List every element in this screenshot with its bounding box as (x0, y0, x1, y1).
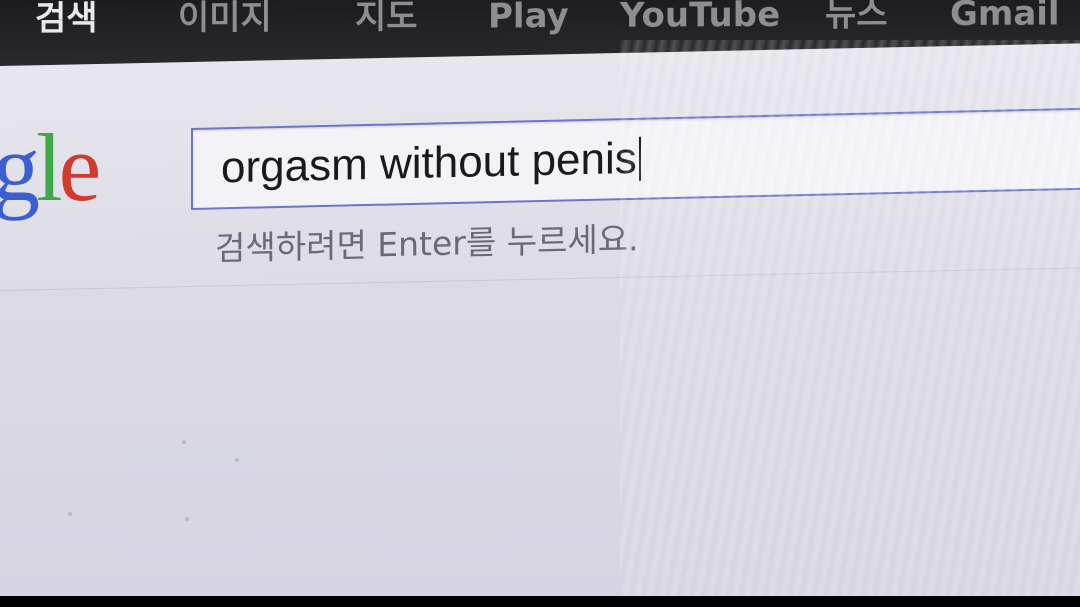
screen-dust (68, 512, 72, 516)
screen-dust (182, 440, 186, 444)
logo-letter: g (0, 114, 40, 221)
screen-dust (185, 517, 189, 521)
nav-item-play[interactable]: Play (488, 0, 569, 41)
text-caret (638, 136, 641, 181)
browser-screen: 검색 이미지 지도 Play YouTube 뉴스 Gmail ogle org… (0, 0, 1080, 607)
search-hint: 검색하려면 Enter를 누르세요. (215, 219, 639, 268)
logo-letter: e (58, 114, 102, 221)
google-logo[interactable]: ogle (0, 114, 102, 221)
screen-bezel (0, 596, 1080, 607)
nav-item-images[interactable]: 이미지 (178, 0, 272, 43)
screen-dust (235, 458, 239, 462)
nav-item-search[interactable]: 검색 (35, 0, 98, 44)
nav-item-youtube[interactable]: YouTube (620, 0, 780, 41)
search-input-value[interactable]: orgasm without penis (221, 134, 641, 194)
nav-item-news[interactable]: 뉴스 (825, 0, 888, 40)
search-query: orgasm without penis (221, 133, 637, 193)
nav-item-maps[interactable]: 지도 (355, 0, 418, 42)
nav-item-gmail[interactable]: Gmail (950, 0, 1060, 39)
logo-letter: l (36, 114, 63, 221)
